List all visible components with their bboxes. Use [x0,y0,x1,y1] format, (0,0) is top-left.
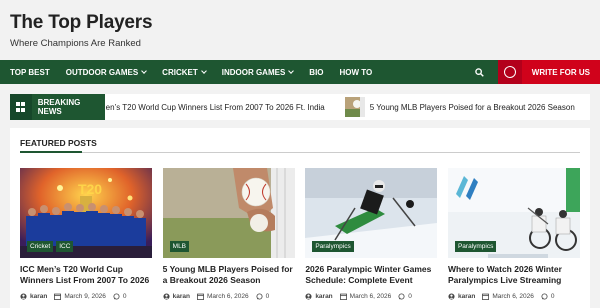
category-tag[interactable]: Paralympics [454,241,497,252]
nav-label: INDOOR GAMES [221,67,286,77]
post-tags: Paralympics [312,241,356,252]
site-tagline: Where Champions Are Ranked [10,38,141,49]
post-author[interactable]: karan [173,293,190,300]
user-icon [305,293,312,300]
nav-label: HOW TO [339,67,373,77]
post-author[interactable]: karan [458,293,475,300]
calendar-icon [197,293,204,300]
user-icon [163,293,170,300]
nav-item-cricket[interactable]: CRICKET [162,67,207,77]
user-icon [20,293,27,300]
post-title[interactable]: ICC Men’s T20 World Cup Winners List Fro… [20,264,152,286]
post-thumbnail[interactable]: Paralympics [447,168,580,258]
nav-item-how-to[interactable]: HOW TO [340,68,373,77]
post-thumbnail[interactable]: T20 Cricket ICC [20,168,152,258]
post-meta: karan March 6, 2026 0 [305,293,437,300]
comment-icon [541,293,548,300]
ticker-thumbnail [344,97,365,117]
ticker-item-text: 5 Young MLB Players Poised for a Breakou… [369,102,575,112]
post-card[interactable]: T20 Cricket ICC ICC Men’s T20 World Cup … [20,168,152,300]
post-tags: Paralympics [454,241,499,252]
post-tags: MLB [169,241,192,252]
comment-count[interactable]: 0 [408,293,412,300]
nav-item-bio[interactable]: BIO [309,68,323,77]
comment-icon [256,293,263,300]
post-title[interactable]: 5 Young MLB Players Poised for a Breakou… [163,264,295,286]
post-thumbnail[interactable]: Paralympics [305,168,438,258]
post-tags: Cricket ICC [27,241,76,252]
main-nav: TOP BEST OUTDOOR GAMES CRICKET INDOOR GA… [0,60,600,84]
site-title[interactable]: The Top Players [10,12,590,34]
svg-text:T20: T20 [78,181,102,197]
comment-icon [113,293,120,300]
calendar-icon [482,293,490,300]
post-card[interactable]: Paralympics Where to Watch 2026 Winter P… [447,168,580,300]
breaking-news-bar: BREAKING NEWS Men’s T20 World Cup Winner… [10,94,590,120]
category-tag[interactable]: ICC [56,241,74,252]
breaking-news-label: BREAKING NEWS [10,94,105,120]
featured-posts-list: T20 Cricket ICC ICC Men’s T20 World Cup … [20,168,580,300]
calendar-icon [54,293,62,300]
nav-item-top-best[interactable]: TOP BEST [10,68,50,77]
nav-label: OUTDOOR GAMES [65,67,139,77]
post-card[interactable]: Paralympics 2026 Paralympic Winter Games… [305,168,438,300]
ticker-item[interactable]: Men’s T20 World Cup Winners List From 20… [105,103,325,112]
theme-toggle-button[interactable] [497,60,522,84]
nav-item-outdoor-games[interactable]: OUTDOOR GAMES [65,67,148,77]
comment-count[interactable]: 0 [551,293,555,300]
post-card[interactable]: MLB 5 Young MLB Players Poised for a Bre… [162,168,295,300]
comment-count[interactable]: 0 [266,293,270,300]
post-title[interactable]: Where to Watch 2026 Winter Paralympics L… [448,264,580,286]
post-author[interactable]: karan [315,293,332,300]
chevron-down-icon [200,67,207,74]
post-title[interactable]: 2026 Paralympic Winter Games Schedule: C… [305,264,437,286]
news-ticker: Men’s T20 World Cup Winners List From 20… [105,97,590,117]
category-tag[interactable]: Cricket [27,241,54,252]
ticker-item[interactable]: 5 Young MLB Players Poised for a Breakou… [344,97,575,117]
ticker-item-text: Men’s T20 World Cup Winners List From 20… [105,102,325,112]
breaking-news-text: BREAKING NEWS [37,98,81,116]
search-button[interactable] [468,60,492,84]
post-date: March 6, 2026 [349,293,392,300]
chevron-down-icon [288,67,295,74]
nav-item-indoor-games[interactable]: INDOOR GAMES [221,67,295,77]
post-date: March 6, 2026 [492,293,534,300]
nav-label: TOP BEST [10,67,50,77]
user-icon [448,293,455,300]
category-tag[interactable]: MLB [169,241,190,252]
nav-label: CRICKET [162,67,198,77]
write-for-us-button[interactable]: WRITE FOR US [521,60,600,84]
section-title: FEATURED POSTS [20,138,580,153]
grid-icon [10,94,32,120]
nav-label: BIO [309,67,324,77]
post-meta: karan March 6, 2026 0 [163,293,295,300]
category-tag[interactable]: Paralympics [312,241,354,252]
comment-count[interactable]: 0 [123,293,127,300]
calendar-icon [339,293,347,300]
post-author[interactable]: karan [30,293,47,300]
circle-icon [503,66,516,78]
post-thumbnail[interactable]: MLB [162,168,295,258]
post-meta: karan March 9, 2026 0 [20,293,152,300]
chevron-down-icon [141,67,148,74]
site-header: The Top Players Where Champions Are Rank… [0,0,600,60]
post-date: March 9, 2026 [64,293,106,300]
search-icon [475,67,485,77]
post-date: March 6, 2026 [207,293,249,300]
post-meta: karan March 6, 2026 0 [448,293,580,300]
featured-posts-section: FEATURED POSTS T20 Cricket ICC ICC Men’s… [10,128,590,308]
comment-icon [398,293,405,300]
